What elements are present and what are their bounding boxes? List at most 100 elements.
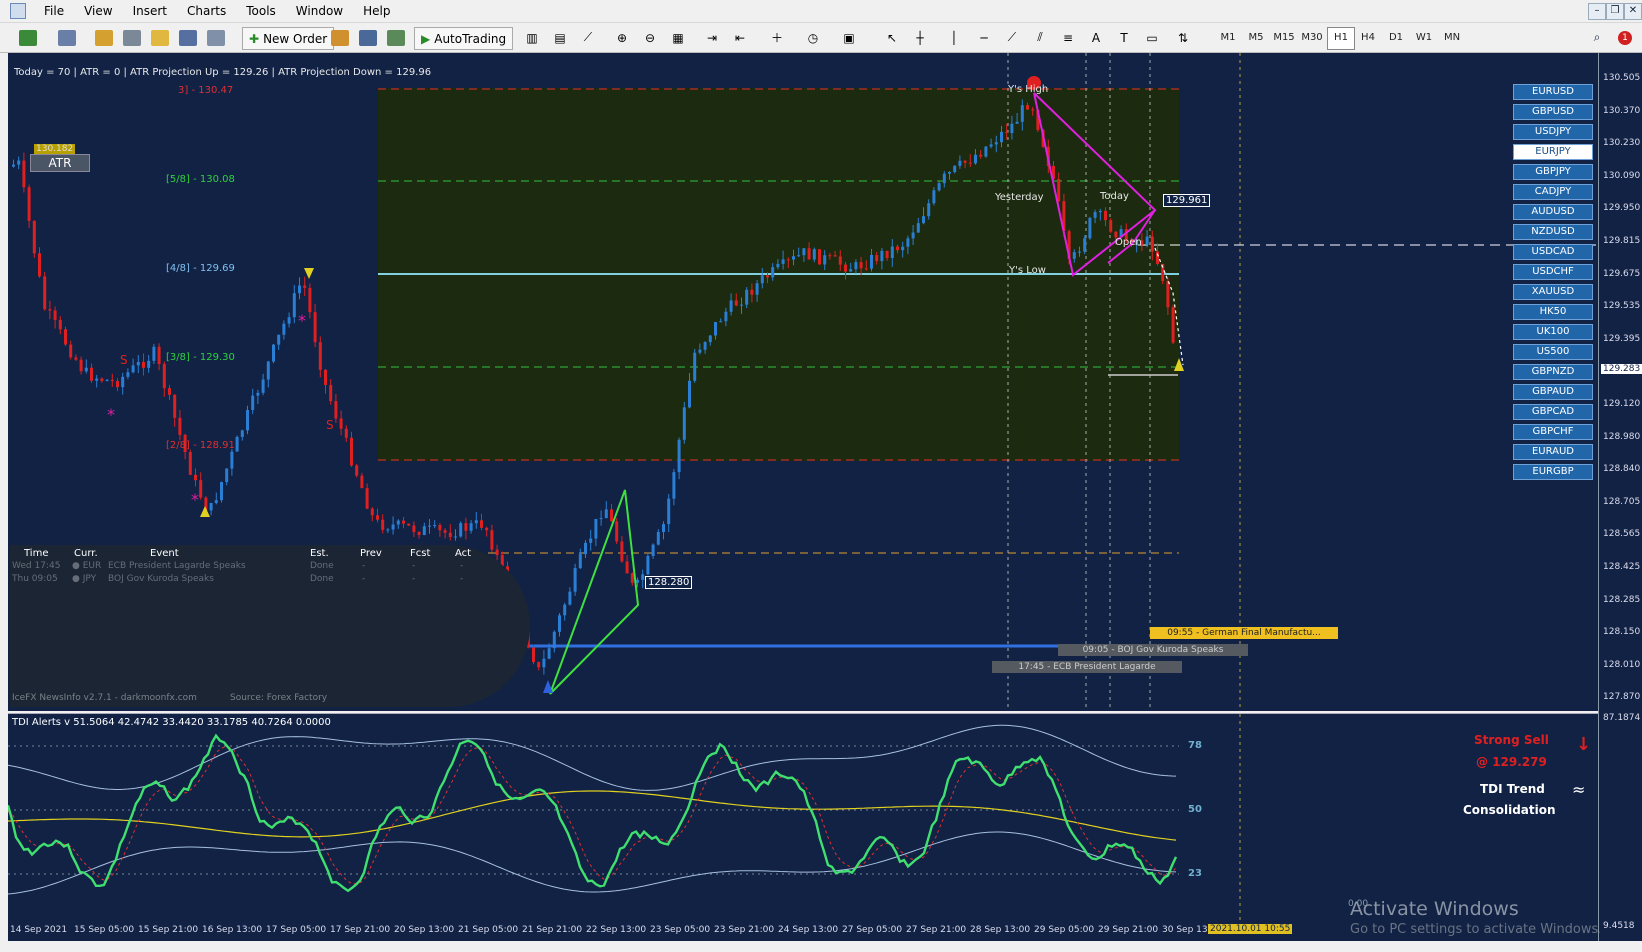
terminal-icon[interactable] [178, 27, 198, 48]
menu-view[interactable]: View [74, 0, 122, 22]
candle-body [272, 344, 275, 362]
crosshair-icon[interactable]: ┼ [910, 27, 930, 48]
candle-body [58, 319, 62, 330]
signals-icon[interactable] [358, 27, 378, 48]
zoom-out-icon[interactable]: ⊖ [640, 27, 660, 48]
auto-scroll-icon[interactable]: ⇥ [702, 27, 722, 48]
symbol-button-usdchf[interactable]: USDCHF [1513, 264, 1593, 280]
tf-d1[interactable]: D1 [1383, 27, 1409, 48]
symbol-button-usdcad[interactable]: USDCAD [1513, 244, 1593, 260]
restore-icon[interactable]: ❐ [1606, 3, 1624, 20]
symbol-button-audusd[interactable]: AUDUSD [1513, 204, 1593, 220]
candle-body [256, 392, 260, 396]
symbol-button-gbpusd[interactable]: GBPUSD [1513, 104, 1593, 120]
tester-icon[interactable] [206, 27, 226, 48]
tdi-level-label: 50 [1188, 804, 1202, 815]
fibonacci-icon[interactable]: ≡ [1058, 27, 1078, 48]
symbol-button-eurusd[interactable]: EURUSD [1513, 84, 1593, 100]
candle-body [662, 524, 665, 533]
notification-icon[interactable]: 1 [1614, 27, 1636, 48]
event-bar-german[interactable]: 09:55 - German Final Manufactu... [1150, 627, 1338, 639]
price-axis[interactable]: 130.505 130.370 130.230 130.090 129.950 129.8… [1598, 53, 1642, 941]
symbol-button-eurjpy[interactable]: EURJPY [1513, 144, 1593, 160]
price-tick-label: 130.090 [1603, 170, 1641, 181]
symbol-button-nzdusd[interactable]: NZDUSD [1513, 224, 1593, 240]
symbol-button-euraud[interactable]: EURAUD [1513, 444, 1593, 460]
candle-body [620, 541, 624, 562]
horizontal-line-icon[interactable]: ─ [974, 27, 994, 48]
vps-icon[interactable] [386, 27, 406, 48]
menu-tools[interactable]: Tools [236, 0, 286, 22]
menu-insert[interactable]: Insert [123, 0, 177, 22]
candlestick-icon[interactable]: ▤ [550, 27, 570, 48]
tf-m30[interactable]: M30 [1299, 27, 1325, 48]
symbol-button-usdjpy[interactable]: USDJPY [1513, 124, 1593, 140]
navigator-icon[interactable] [122, 27, 142, 48]
symbol-button-gbpaud[interactable]: GBPAUD [1513, 384, 1593, 400]
indicators-icon[interactable]: ＋ [764, 27, 790, 48]
tile-windows-icon[interactable]: ▦ [668, 27, 688, 48]
menu-window[interactable]: Window [286, 0, 353, 22]
cursor-icon[interactable]: ↖ [882, 27, 902, 48]
symbol-button-gbpchf[interactable]: GBPCHF [1513, 424, 1593, 440]
favorites-icon[interactable] [150, 27, 170, 48]
periods-icon[interactable]: ◷ [800, 27, 826, 48]
trendline-icon[interactable]: ⟋ [1002, 27, 1022, 48]
symbol-button-gbpjpy[interactable]: GBPJPY [1513, 164, 1593, 180]
candle-body [266, 361, 270, 380]
symbol-button-us500[interactable]: US500 [1513, 344, 1593, 360]
tf-w1[interactable]: W1 [1411, 27, 1437, 48]
candle-body [677, 439, 681, 473]
tdi-level-label: 23 [1188, 868, 1202, 879]
candle-body [682, 407, 686, 440]
tf-mn[interactable]: MN [1439, 27, 1465, 48]
symbol-button-gbpcad[interactable]: GBPCAD [1513, 404, 1593, 420]
candle-body [240, 430, 244, 437]
event-bar-boj[interactable]: 09:05 - BOJ Gov Kuroda Speaks [1058, 644, 1248, 656]
candle-body [828, 255, 832, 257]
channel-icon[interactable]: ⫽ [1030, 27, 1050, 48]
candle-body [53, 310, 57, 320]
candle-body [152, 346, 156, 361]
market-watch-icon[interactable] [94, 27, 114, 48]
symbol-button-cadjpy[interactable]: CADJPY [1513, 184, 1593, 200]
menu-file[interactable]: File [34, 0, 74, 22]
symbol-button-hk50[interactable]: HK50 [1513, 304, 1593, 320]
vertical-line-icon[interactable]: │ [946, 27, 962, 48]
candle-body [329, 384, 333, 402]
tf-m15[interactable]: M15 [1271, 27, 1297, 48]
event-bar-ecb[interactable]: 17:45 - ECB President Lagarde [992, 661, 1182, 673]
tdi-subwindow[interactable]: TDI Alerts v 51.5064 42.4742 33.4420 33.… [8, 713, 1598, 922]
bar-chart-icon[interactable]: ▥ [522, 27, 542, 48]
symbol-button-gbpnzd[interactable]: GBPNZD [1513, 364, 1593, 380]
text-label-icon[interactable]: T [1114, 27, 1134, 48]
line-chart-icon[interactable]: ⟋ [578, 27, 598, 48]
tf-h1[interactable]: H1 [1327, 27, 1355, 50]
rectangle-icon[interactable]: ▭ [1142, 27, 1162, 48]
menu-charts[interactable]: Charts [177, 0, 236, 22]
tf-m1[interactable]: M1 [1215, 27, 1241, 48]
templates-icon[interactable]: ▣ [836, 27, 862, 48]
symbol-button-uk100[interactable]: UK100 [1513, 324, 1593, 340]
close-icon[interactable]: ✕ [1624, 3, 1642, 20]
price-tick-label: 127.870 [1603, 692, 1641, 703]
search-icon[interactable]: ⌕ [1588, 27, 1606, 48]
tf-h4[interactable]: H4 [1355, 27, 1381, 48]
menu-help[interactable]: Help [353, 0, 400, 22]
symbol-button-xauusd[interactable]: XAUUSD [1513, 284, 1593, 300]
metaeditor-icon[interactable] [330, 27, 350, 48]
profiles-icon[interactable] [52, 27, 82, 48]
arrows-icon[interactable]: ⇅ [1170, 27, 1196, 48]
minimize-icon[interactable]: – [1588, 3, 1606, 20]
symbol-button-eurgbp[interactable]: EURGBP [1513, 464, 1593, 480]
candle-body [1150, 236, 1154, 252]
text-icon[interactable]: A [1086, 27, 1106, 48]
time-tick-label: 23 Sep 21:00 [714, 925, 775, 935]
zoom-in-icon[interactable]: ⊕ [612, 27, 632, 48]
new-order-button[interactable]: ✚ New Order [242, 27, 335, 50]
autotrading-button[interactable]: ▶ AutoTrading [414, 27, 514, 50]
chart-shift-icon[interactable]: ⇤ [730, 27, 750, 48]
star-marker: * [107, 405, 115, 424]
new-chart-icon[interactable] [8, 27, 48, 48]
tf-m5[interactable]: M5 [1243, 27, 1269, 48]
